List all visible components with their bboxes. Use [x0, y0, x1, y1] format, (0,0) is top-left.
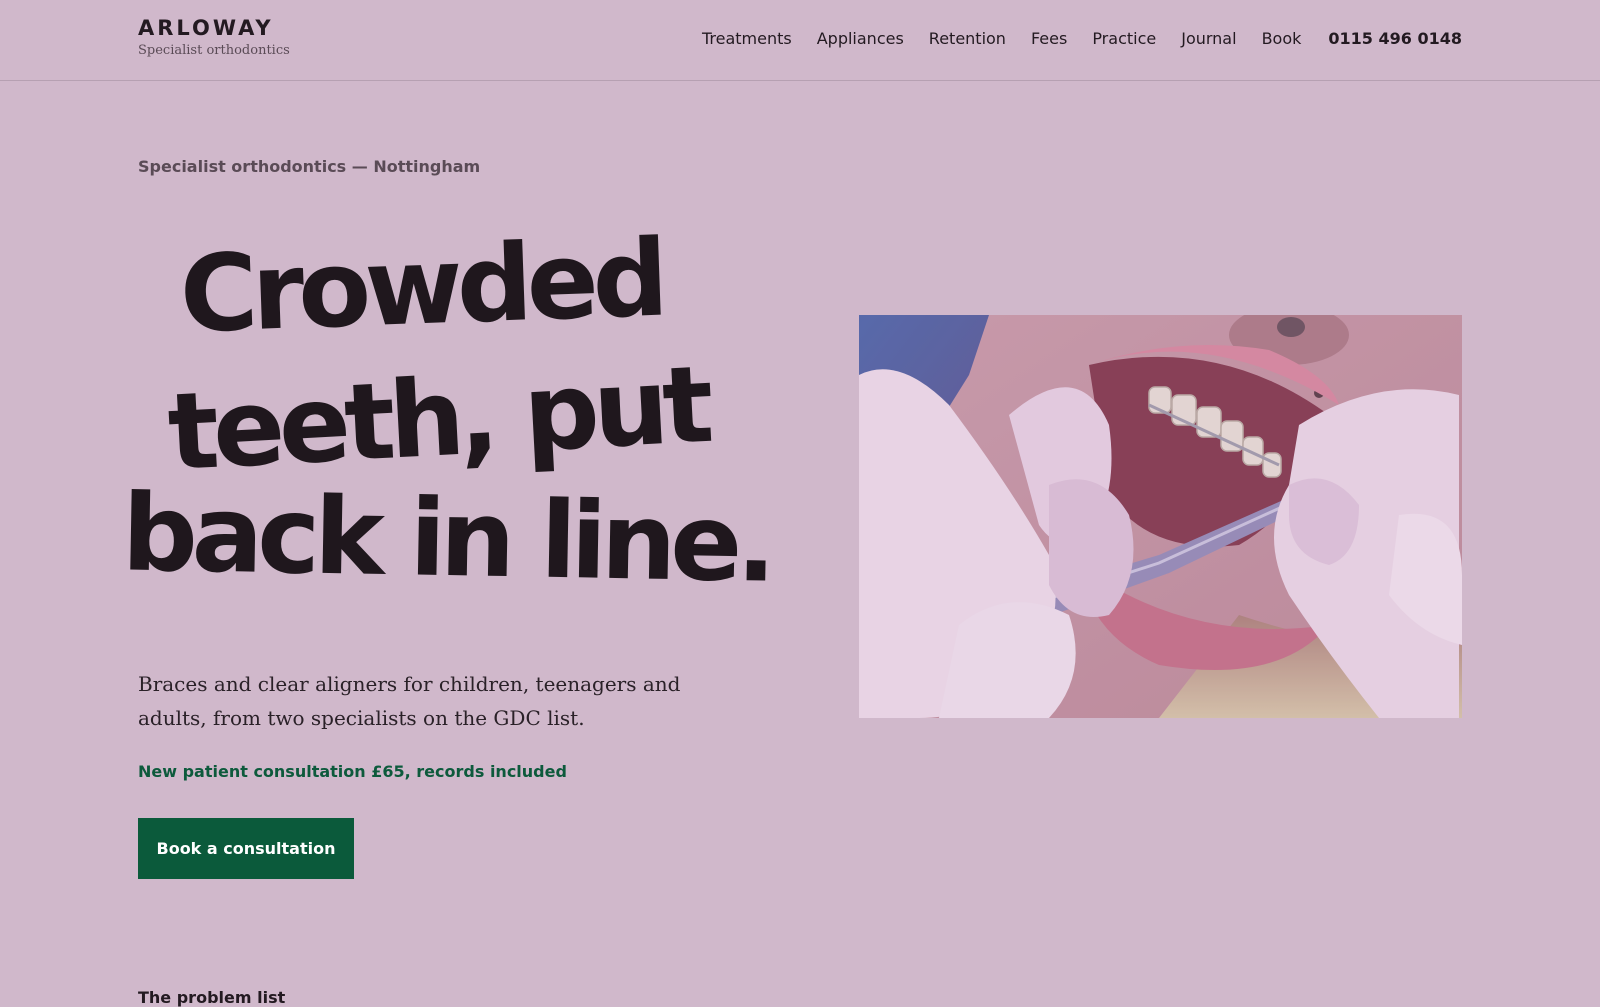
nav-fees[interactable]: Fees [1031, 29, 1067, 48]
hero-lede: Braces and clear aligners for children, … [138, 672, 681, 730]
nav-treatments[interactable]: Treatments [702, 29, 792, 48]
headline-line-1: Crowded [177, 216, 665, 357]
nav-practice[interactable]: Practice [1092, 29, 1156, 48]
consultation-offer: New patient consultation £65, records in… [138, 762, 567, 781]
brand[interactable]: ARLOWAY Specialist orthodontics [138, 16, 290, 58]
hero-headline: Crowded teeth, put back in line. [118, 216, 772, 610]
headline-line-3: back in line. [120, 471, 772, 606]
brand-name: ARLOWAY [138, 16, 274, 40]
brand-tagline: Specialist orthodontics [138, 43, 290, 58]
nav-appliances[interactable]: Appliances [817, 29, 904, 48]
site-header: ARLOWAY Specialist orthodontics Treatmen… [0, 0, 1600, 81]
hero-photo-orthodontic-exam [859, 315, 1462, 718]
nav-book[interactable]: Book [1262, 29, 1302, 48]
headline-line-2: teeth, put [165, 342, 711, 495]
problem-list-heading: The problem list [138, 988, 286, 1007]
nav-retention[interactable]: Retention [929, 29, 1006, 48]
phone-link[interactable]: 0115 496 0148 [1328, 29, 1462, 48]
hero-eyebrow: Specialist orthodontics — Nottingham [138, 157, 481, 176]
nav-journal[interactable]: Journal [1181, 29, 1236, 48]
book-consultation-button[interactable]: Book a consultation [138, 818, 354, 879]
main-nav: Treatments Appliances Retention Fees Pra… [677, 29, 1462, 48]
